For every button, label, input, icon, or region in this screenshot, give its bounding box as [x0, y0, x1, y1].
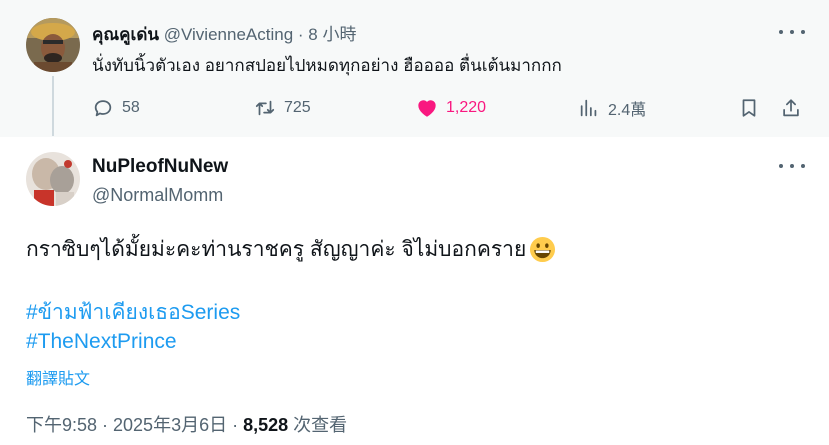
- thread-connector: [52, 76, 54, 136]
- separator-dot: ·: [297, 25, 304, 44]
- views-icon: [580, 99, 597, 117]
- parent-action-bar: 58 725 1,220 2.4萬: [92, 94, 807, 122]
- main-more-icon[interactable]: [779, 156, 805, 176]
- parent-tweet[interactable]: คุณคูเด่น @VivienneActing · 8 小時 นั่งทับ…: [0, 0, 829, 137]
- bookmark-icon: [742, 99, 756, 117]
- parent-display-name[interactable]: คุณคูเด่น: [92, 25, 159, 44]
- reply-icon: [94, 100, 112, 117]
- parent-handle[interactable]: @VivienneActing: [164, 25, 293, 44]
- tweet-timestamp[interactable]: 下午9:58 · 2025年3月6日 ·: [26, 415, 243, 435]
- retweet-button[interactable]: 725: [254, 94, 311, 122]
- views-count: 2.4萬: [608, 102, 647, 119]
- view-suffix: 次查看: [288, 415, 348, 435]
- hashtag-link[interactable]: #TheNextPrince: [26, 330, 177, 354]
- views-button[interactable]: 2.4萬: [578, 94, 646, 122]
- retweet-icon: [255, 100, 275, 116]
- translate-post-link[interactable]: 翻譯貼文: [26, 365, 90, 389]
- parent-tweet-text: นั่งทับนิ้วตัวเอง อยากสปอยไปหมดทุกอย่าง …: [92, 56, 562, 75]
- parent-more-icon[interactable]: [779, 22, 805, 42]
- main-tweet-text-row: กราซิบๆได้มั้ยม่ะคะท่านราชครู สัญญาค่ะ จ…: [26, 233, 556, 266]
- main-tweet-text: กราซิบๆได้มั้ยม่ะคะท่านราชครู สัญญาค่ะ จ…: [26, 238, 527, 261]
- bookmark-button[interactable]: [738, 94, 760, 122]
- main-handle[interactable]: @NormalMomm: [92, 185, 223, 206]
- heart-icon: [418, 100, 436, 117]
- grinning-face-emoji: [530, 236, 556, 263]
- parent-header: คุณคูเด่น @VivienneActing · 8 小時: [92, 20, 356, 48]
- reply-button[interactable]: 58: [92, 94, 140, 122]
- retweet-count: 725: [284, 99, 311, 116]
- tweet-meta: 下午9:58 · 2025年3月6日 · 8,528 次查看: [26, 411, 347, 437]
- parent-avatar[interactable]: [26, 18, 80, 72]
- view-count: 8,528: [243, 415, 289, 435]
- parent-timestamp[interactable]: 8 小時: [308, 25, 356, 44]
- share-button[interactable]: [780, 94, 802, 122]
- like-button[interactable]: 1,220: [416, 94, 486, 122]
- share-icon: [783, 99, 799, 117]
- hashtag-link[interactable]: #ข้ามฟ้าเคียงเธอSeries: [26, 296, 240, 329]
- reply-count: 58: [122, 99, 140, 116]
- main-avatar[interactable]: [26, 152, 80, 206]
- main-display-name[interactable]: NuPleofNuNew: [92, 156, 228, 178]
- like-count: 1,220: [446, 99, 487, 116]
